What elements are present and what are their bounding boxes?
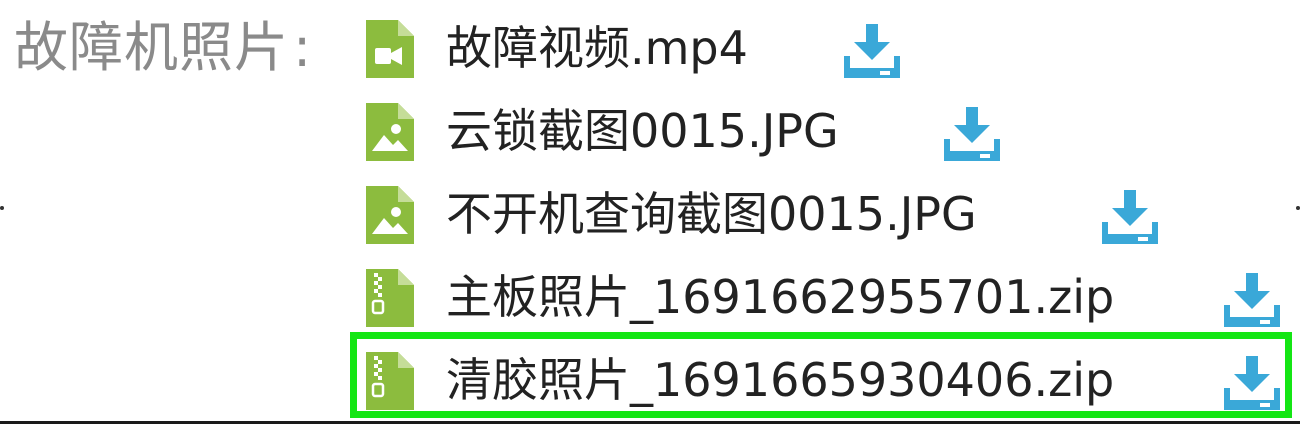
divider <box>0 421 1300 424</box>
download-icon[interactable] <box>942 107 1002 161</box>
image-file-icon <box>366 186 414 244</box>
image-file-icon <box>366 103 414 161</box>
file-name-link[interactable]: 不开机查询截图0015.JPG <box>446 174 977 254</box>
edge-marker <box>1296 206 1300 210</box>
download-icon[interactable] <box>1222 273 1282 327</box>
file-row: 主板照片_1691662955701.zip <box>360 257 1290 337</box>
file-row: 故障视频.mp4 <box>360 8 1290 88</box>
file-name-link[interactable]: 故障视频.mp4 <box>446 8 748 88</box>
file-name-link[interactable]: 云锁截图0015.JPG <box>446 91 839 171</box>
edge-marker <box>0 206 4 210</box>
download-icon[interactable] <box>1100 190 1160 244</box>
highlight-box <box>350 332 1292 418</box>
download-icon[interactable] <box>842 24 902 78</box>
file-name-link[interactable]: 主板照片_1691662955701.zip <box>446 257 1114 337</box>
file-row: 不开机查询截图0015.JPG <box>360 174 1290 254</box>
file-row: 云锁截图0015.JPG <box>360 91 1290 171</box>
video-file-icon <box>366 20 414 78</box>
zip-file-icon <box>366 269 414 327</box>
